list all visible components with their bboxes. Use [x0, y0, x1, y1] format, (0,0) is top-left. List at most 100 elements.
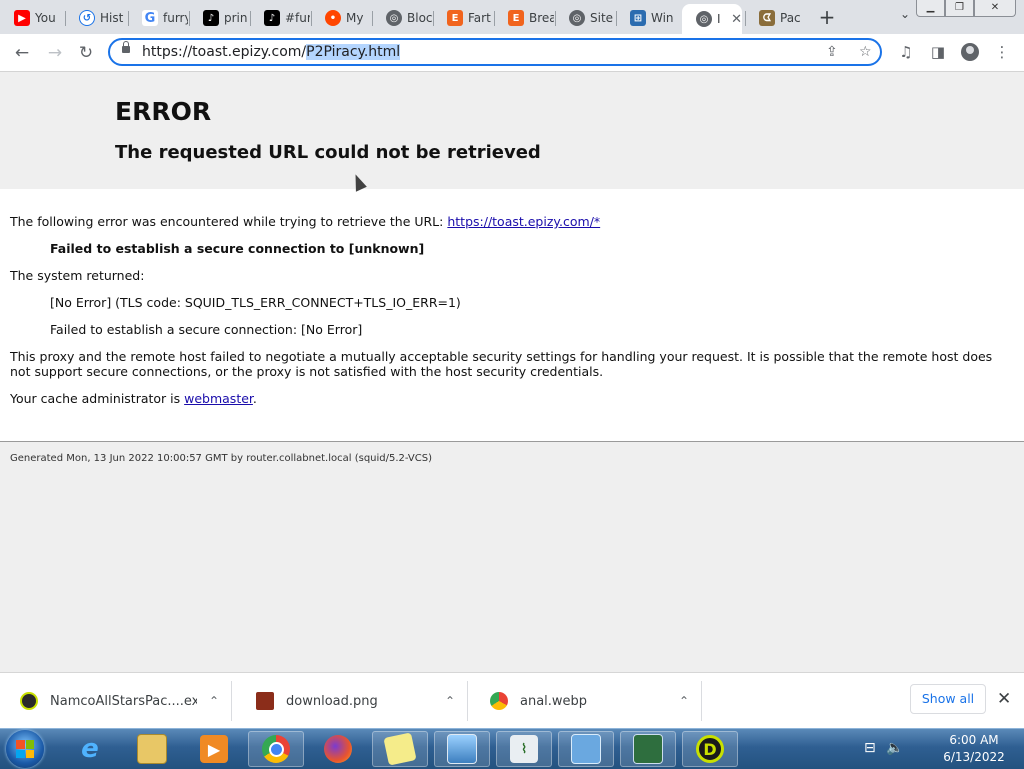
page-title: ERROR	[115, 97, 212, 126]
tab-tiktok-2[interactable]: ♪ #fur	[250, 4, 310, 32]
chrome-icon	[490, 692, 508, 710]
image-file-icon	[256, 692, 274, 710]
download-filename: download.png	[286, 693, 378, 709]
cache-admin-line: Your cache administrator is webmaster.	[10, 391, 257, 406]
reload-icon[interactable]: ↻	[74, 41, 98, 65]
history-icon: ↺	[79, 10, 95, 26]
taskbar-clock[interactable]: 6:00 AM 6/13/2022	[934, 732, 1014, 766]
tab-title: Fart	[468, 11, 491, 25]
windows-taskbar: e ▶ ⌇ D ⊟ 🔈 6:00 AM 6/13/2022	[0, 728, 1024, 769]
new-tab-button[interactable]: +	[815, 6, 839, 28]
tls-code: [No Error] (TLS code: SQUID_TLS_ERR_CONN…	[50, 295, 461, 310]
firefox-icon[interactable]	[310, 731, 366, 767]
profile-avatar-icon[interactable]	[961, 43, 979, 61]
network-icon[interactable]: ⊟	[864, 740, 876, 756]
tab-google[interactable]: G furry	[128, 4, 188, 32]
pacman-icon: ᗧ	[759, 10, 775, 26]
forward-arrow-icon[interactable]: →	[43, 41, 67, 65]
download-filename: anal.webp	[520, 693, 588, 709]
tab-tiktok-1[interactable]: ♪ prin	[189, 4, 249, 32]
share-icon[interactable]: ⇪	[826, 44, 838, 60]
tab-reddit[interactable]: • My	[311, 4, 371, 32]
tab-site[interactable]: ◎ Site	[555, 4, 615, 32]
url-text[interactable]: https://toast.epizy.com/P2Piracy.html	[142, 44, 401, 60]
close-shelf-icon[interactable]: ✕	[997, 689, 1011, 709]
tab-pac[interactable]: ᗧ Pac	[745, 4, 805, 32]
tab-title: Pac	[780, 11, 801, 25]
error-message: Failed to establish a secure connection …	[50, 241, 425, 256]
maximize-button[interactable]: ❐	[945, 0, 974, 17]
remote-desktop-icon[interactable]	[620, 731, 676, 767]
file-explorer-icon[interactable]	[124, 731, 180, 767]
tab-strip: ▶ You ↺ Hist G furry ♪ prin ♪ #fur • My …	[0, 0, 1024, 34]
download-shelf: NamcoAllStarsPac....exe ⌃ download.png ⌃…	[0, 672, 1024, 728]
tab-etsy-2[interactable]: E Brea	[494, 4, 554, 32]
etsy-icon: E	[447, 10, 463, 26]
show-all-button[interactable]: Show all	[910, 684, 986, 714]
d-app-icon[interactable]: D	[682, 731, 738, 767]
chrome-taskbar-icon[interactable]	[248, 731, 304, 767]
tab-close-icon[interactable]: ✕	[731, 12, 742, 27]
media-player-icon[interactable]: ▶	[186, 731, 242, 767]
error-intro: The following error was encountered whil…	[10, 214, 601, 229]
clock-date: 6/13/2022	[943, 750, 1005, 764]
internet-explorer-icon[interactable]: e	[62, 731, 118, 767]
globe-icon: ◎	[696, 11, 712, 27]
side-panel-icon[interactable]: ◨	[928, 43, 948, 61]
download-filename: NamcoAllStarsPac....exe	[50, 693, 197, 709]
tab-title: You	[35, 11, 56, 25]
window-controls: ▁ ❐ ✕	[916, 0, 1016, 17]
chevron-up-icon[interactable]: ⌃	[433, 694, 467, 708]
error-header: ERROR The requested URL could not be ret…	[0, 72, 1024, 190]
tiktok-icon: ♪	[264, 10, 280, 26]
tab-title: furry	[163, 11, 188, 25]
tiktok-icon: ♪	[203, 10, 219, 26]
lock-icon[interactable]	[122, 41, 130, 53]
tab-bloc[interactable]: ◎ Bloc	[372, 4, 432, 32]
exe-icon	[20, 692, 38, 710]
download-item[interactable]: download.png ⌃	[236, 681, 468, 721]
tab-etsy-1[interactable]: E Fart	[433, 4, 493, 32]
volume-icon[interactable]: 🔈	[886, 740, 903, 756]
tab-title: #fur	[285, 11, 310, 25]
tab-title: Site	[590, 11, 614, 25]
tab-title: My	[346, 11, 364, 25]
download-item[interactable]: NamcoAllStarsPac....exe ⌃	[0, 681, 232, 721]
reddit-icon: •	[325, 10, 341, 26]
audio-editor-icon[interactable]: ⌇	[496, 731, 552, 767]
tab-search-chevron-icon[interactable]: ⌄	[895, 7, 915, 27]
start-button[interactable]	[6, 730, 44, 768]
proxy-explanation: This proxy and the remote host failed to…	[10, 349, 993, 379]
chevron-up-icon[interactable]: ⌃	[197, 694, 231, 708]
system-returned-label: The system returned:	[10, 268, 145, 283]
tab-title: I	[717, 12, 721, 26]
windows-icon: ⊞	[630, 10, 646, 26]
webmaster-link[interactable]: webmaster	[184, 391, 253, 406]
requested-url-link[interactable]: https://toast.epizy.com/*	[447, 214, 600, 229]
windows-logo-icon	[16, 740, 34, 758]
address-bar[interactable]: https://toast.epizy.com/P2Piracy.html ⇪ …	[108, 38, 882, 66]
tab-title: Hist	[100, 11, 124, 25]
google-icon: G	[142, 10, 158, 26]
photo-viewer-icon[interactable]	[434, 731, 490, 767]
tab-youtube[interactable]: ▶ You	[0, 4, 60, 32]
tab-title: Bloc	[407, 11, 432, 25]
back-arrow-icon[interactable]: ←	[10, 41, 34, 65]
tab-win[interactable]: ⊞ Win	[616, 4, 676, 32]
close-window-button[interactable]: ✕	[974, 0, 1016, 17]
system-tray: ⊟ 🔈	[864, 740, 904, 756]
generated-footer: Generated Mon, 13 Jun 2022 10:00:57 GMT …	[10, 453, 433, 464]
chevron-up-icon[interactable]: ⌃	[667, 694, 701, 708]
page-subtitle: The requested URL could not be retrieved	[115, 142, 541, 163]
error-body: The following error was encountered whil…	[0, 189, 1024, 442]
download-item[interactable]: anal.webp ⌃	[470, 681, 702, 721]
menu-kebab-icon[interactable]: ⋮	[992, 43, 1012, 61]
control-panel-icon[interactable]	[558, 731, 614, 767]
tab-history[interactable]: ↺ Hist	[65, 4, 125, 32]
sticky-notes-icon[interactable]	[372, 731, 428, 767]
media-control-icon[interactable]: ♫	[896, 43, 916, 61]
tab-active[interactable]: ◎ I ✕	[682, 4, 742, 34]
bookmark-star-icon[interactable]: ☆	[859, 44, 872, 60]
minimize-button[interactable]: ▁	[916, 0, 945, 17]
etsy-icon: E	[508, 10, 524, 26]
